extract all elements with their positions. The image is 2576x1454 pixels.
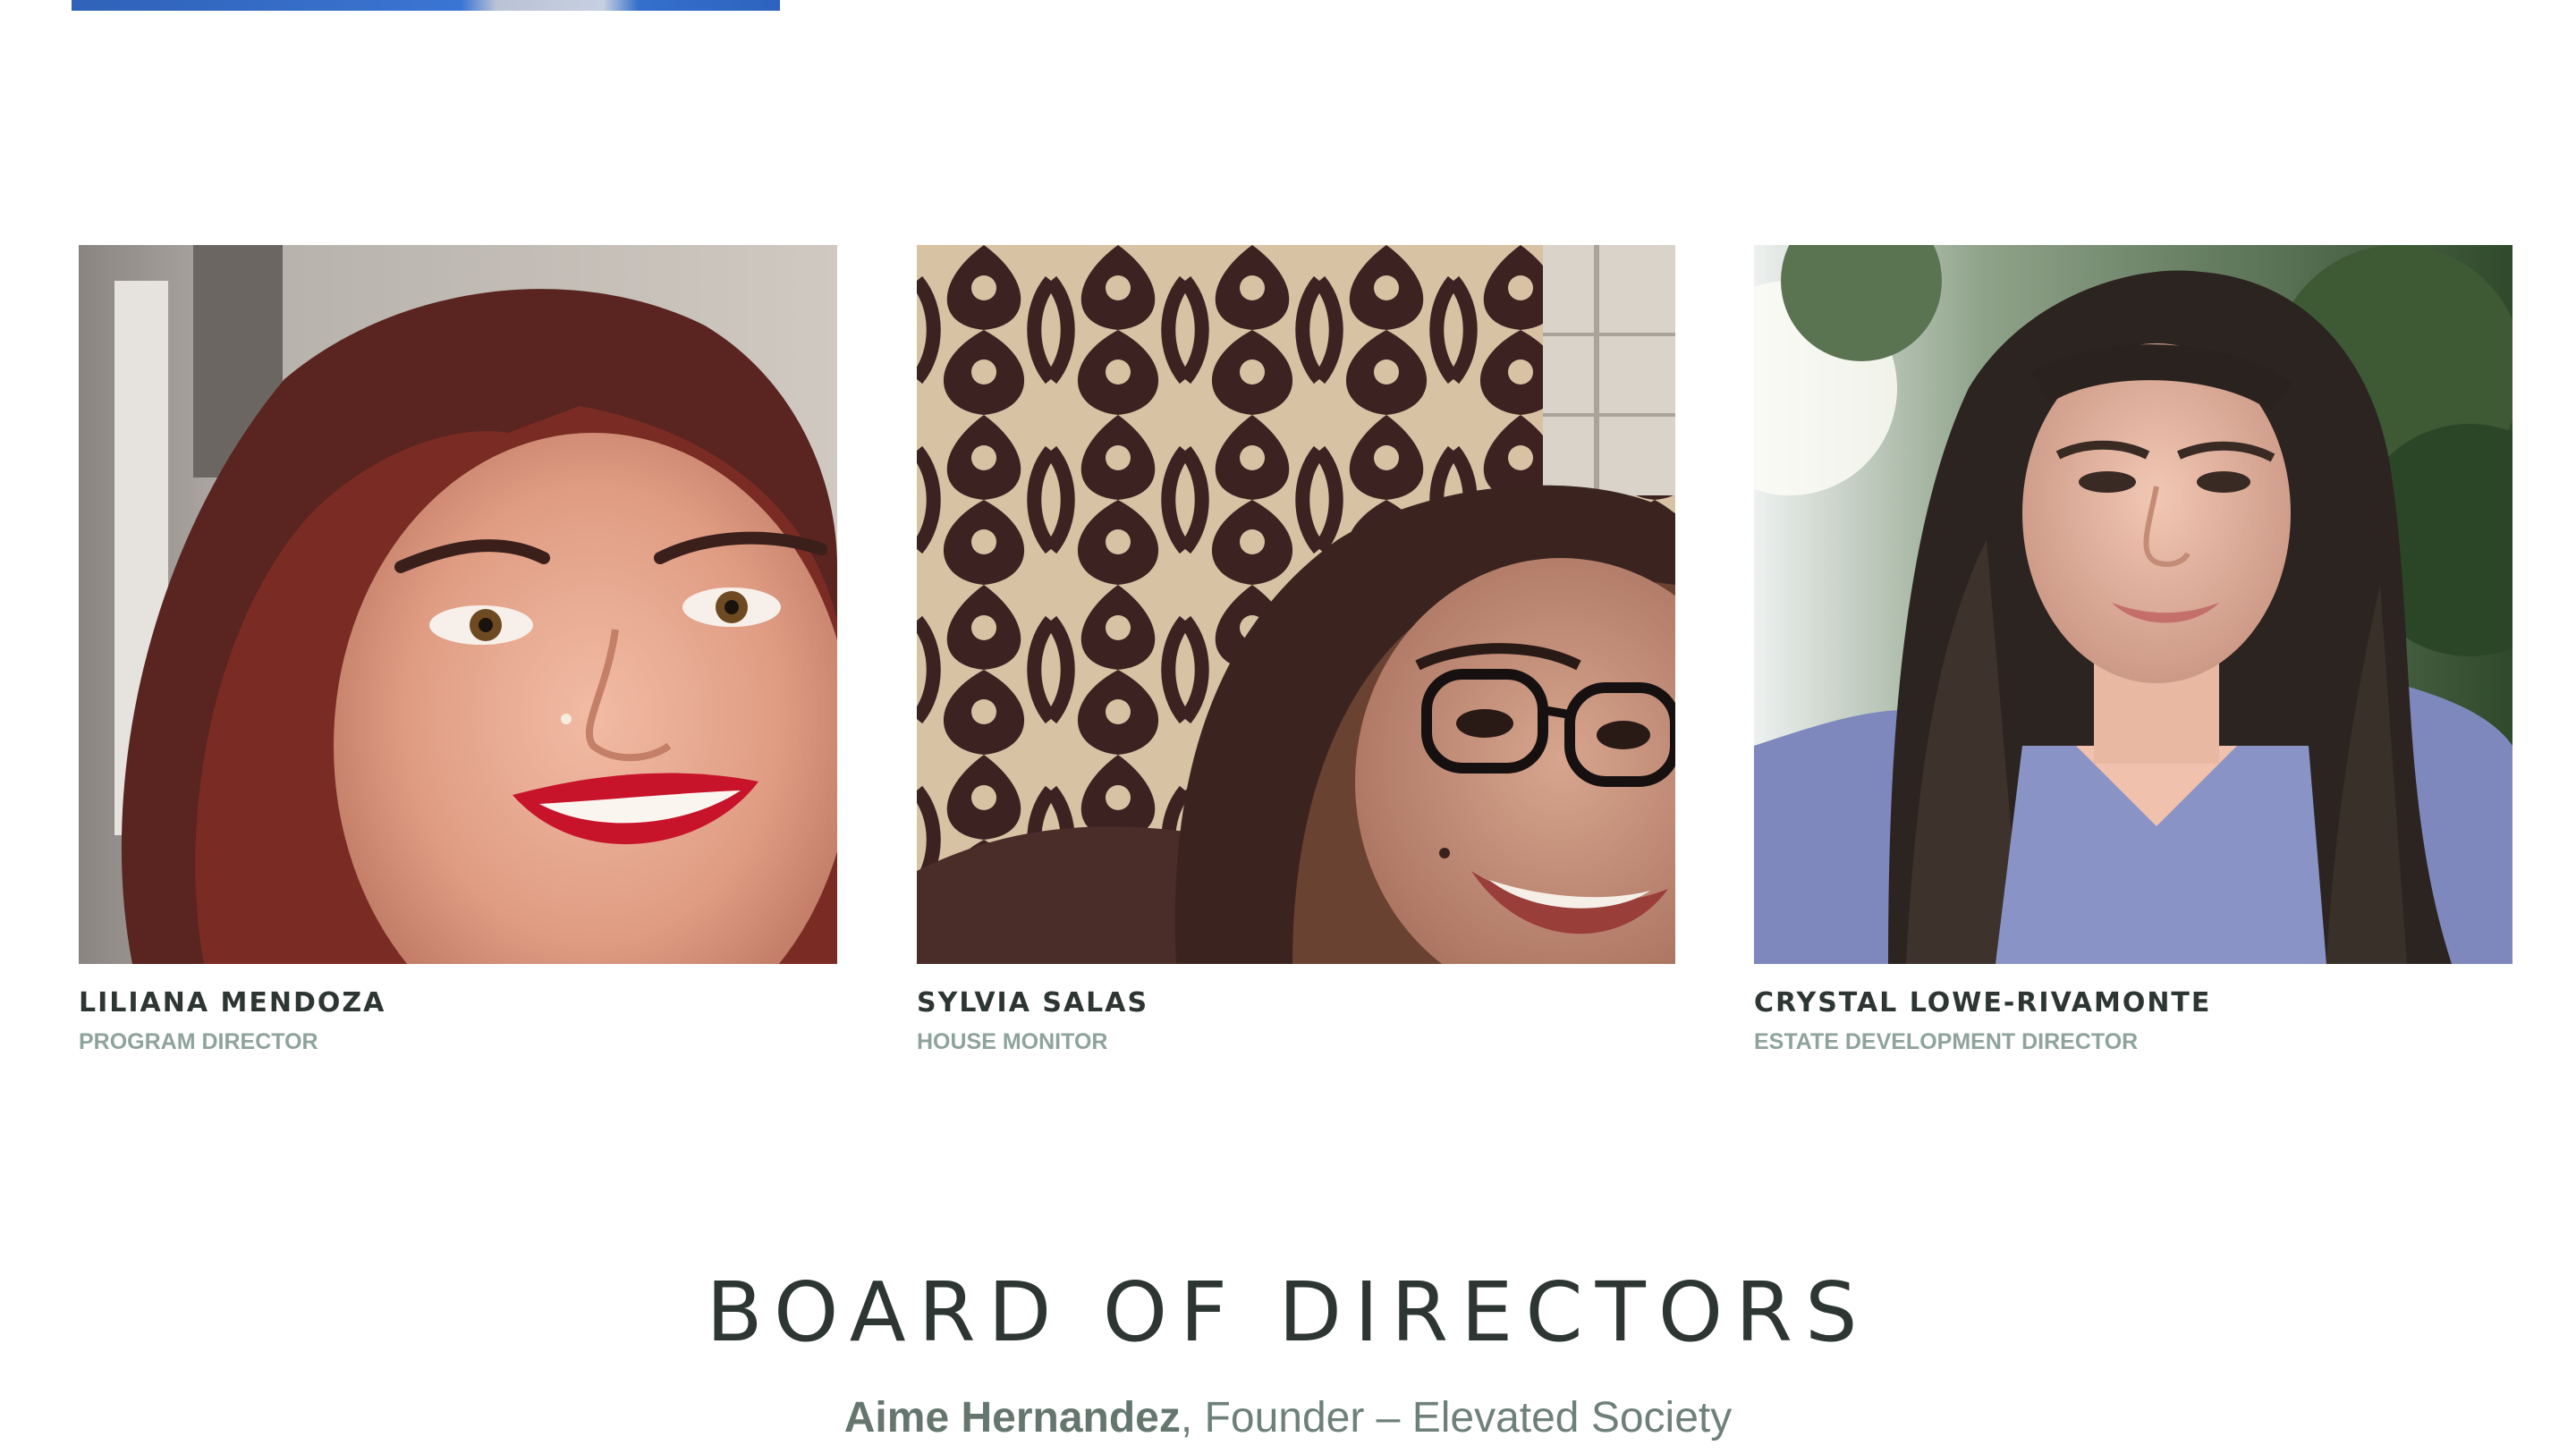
previous-photo-edge <box>72 0 780 11</box>
staff-name: LILIANA MENDOZA <box>79 987 386 1019</box>
staff-card: CRYSTAL LOWE-RIVAMONTE ESTATE DEVELOPMEN… <box>1754 245 2512 1055</box>
staff-card: LILIANA MENDOZA PROGRAM DIRECTOR <box>79 245 837 1055</box>
staff-card: SYLVIA SALAS HOUSE MONITOR <box>917 245 1675 1055</box>
staff-photo <box>1754 245 2512 964</box>
staff-role: PROGRAM DIRECTOR <box>79 1029 318 1054</box>
staff-name: CRYSTAL LOWE-RIVAMONTE <box>1754 987 2212 1019</box>
board-heading: BOARD OF DIRECTORS <box>706 1264 1870 1360</box>
board-member: Aime Hernandez, Founder – Elevated Socie… <box>0 1391 2576 1445</box>
staff-photo <box>79 245 837 964</box>
staff-photo <box>917 245 1675 964</box>
board-member-name: Aime Hernandez <box>843 1394 1181 1441</box>
staff-role: HOUSE MONITOR <box>917 1029 1108 1054</box>
board-member-title: , Founder – Elevated Society <box>1180 1394 1733 1441</box>
staff-name: SYLVIA SALAS <box>917 987 1149 1019</box>
staff-role: ESTATE DEVELOPMENT DIRECTOR <box>1754 1029 2139 1054</box>
